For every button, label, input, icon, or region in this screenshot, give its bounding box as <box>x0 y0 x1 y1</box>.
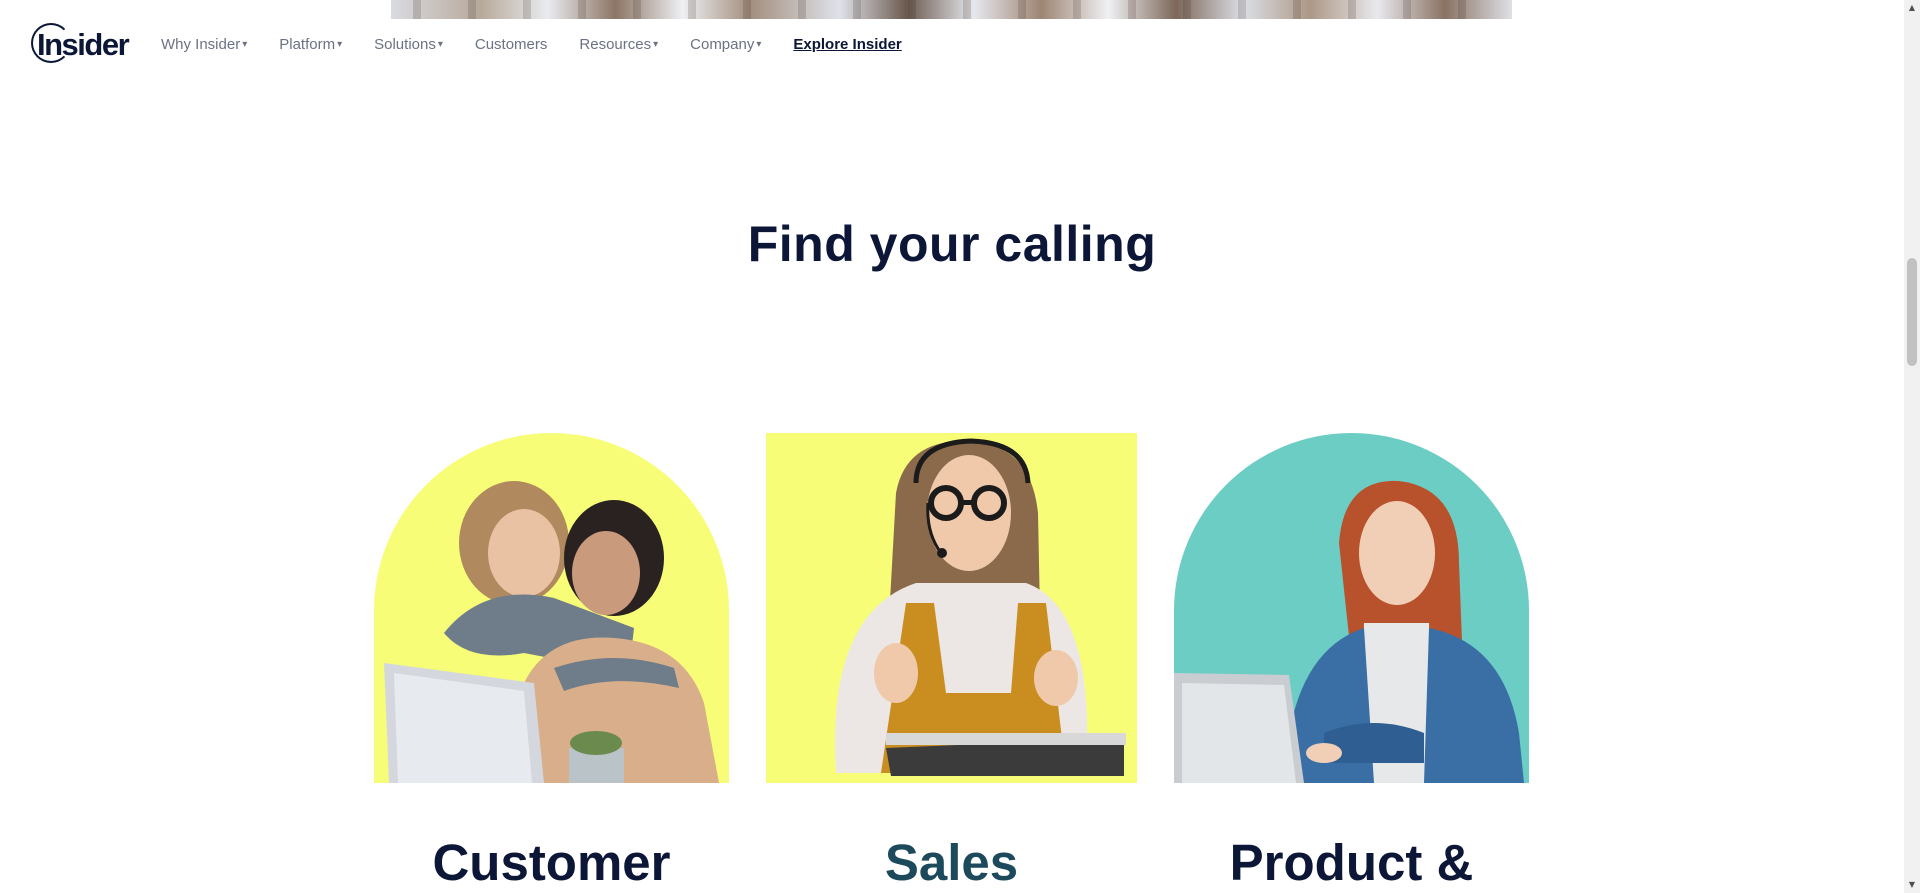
nav-customers[interactable]: Customers <box>475 36 548 53</box>
logo-text: Insider <box>37 27 130 62</box>
scroll-thumb[interactable] <box>1907 258 1917 366</box>
main-nav: Why Insider ▾ Platform ▾ Solutions ▾ Cus… <box>161 19 902 69</box>
site-header: Insider Why Insider ▾ Platform ▾ Solutio… <box>0 19 1904 69</box>
chevron-down-icon: ▾ <box>756 38 762 50</box>
page-scrollbar[interactable]: ▲ ▼ <box>1904 0 1920 893</box>
nav-label: Solutions <box>374 35 436 53</box>
nav-label: Company <box>690 35 755 53</box>
card-title: Customer <box>432 834 671 891</box>
nav-company[interactable]: Company ▾ <box>690 36 761 53</box>
chevron-down-icon: ▾ <box>242 38 248 50</box>
nav-label: Explore Insider <box>793 35 902 53</box>
career-card-customer[interactable]: Customer <box>374 433 729 891</box>
nav-solutions[interactable]: Solutions ▾ <box>374 36 443 53</box>
scroll-down-arrow-icon[interactable]: ▼ <box>1904 877 1920 893</box>
chevron-down-icon: ▾ <box>437 38 443 50</box>
nav-resources[interactable]: Resources ▾ <box>579 36 658 53</box>
scroll-up-arrow-icon[interactable]: ▲ <box>1904 0 1920 16</box>
card-title: Product & <box>1229 834 1474 891</box>
card-title: Sales <box>884 834 1019 891</box>
hero-image-strip <box>391 0 1512 19</box>
nav-why-insider[interactable]: Why Insider ▾ <box>161 36 247 53</box>
career-card-sales[interactable]: Sales <box>766 433 1137 891</box>
insider-logo[interactable]: Insider <box>31 21 131 69</box>
nav-platform[interactable]: Platform ▾ <box>279 36 342 53</box>
chevron-down-icon: ▾ <box>337 38 343 50</box>
nav-label: Platform <box>279 35 336 53</box>
nav-label: Why Insider <box>161 35 241 53</box>
career-card-product[interactable]: Product & <box>1174 433 1529 891</box>
nav-explore-insider[interactable]: Explore Insider <box>793 36 901 53</box>
sales-photo-icon <box>766 433 1137 783</box>
nav-label: Resources <box>579 35 652 53</box>
nav-label: Customers <box>474 35 548 53</box>
section-heading: Find your calling <box>747 216 1157 272</box>
team-photo-icon <box>374 433 729 783</box>
chevron-down-icon: ▾ <box>653 38 659 50</box>
product-photo-icon <box>1174 433 1529 783</box>
